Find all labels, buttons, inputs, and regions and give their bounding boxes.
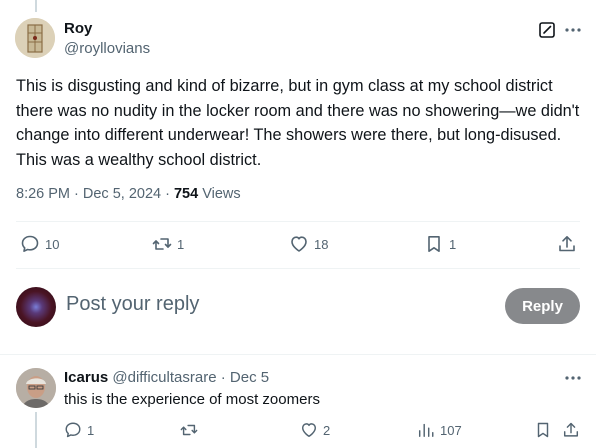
reply-count: 10 [45,236,60,252]
bookmark-action[interactable]: 1 [424,234,456,254]
views-count: 754 [173,186,199,202]
repost-arrows-icon [180,424,198,436]
reply-text: this is the experience of most zoomers [64,391,320,408]
tweet-detail-page: Roy @royllovians This is disgusting and … [0,0,596,448]
speech-bubble-icon [21,235,39,252]
tweet-timestamp[interactable]: 8:26 PM · Dec 5, 2024 [16,186,161,202]
analytics-bars-icon [418,423,434,438]
reply-date[interactable]: Dec 5 [230,369,269,386]
reply-views-action[interactable]: 107 [417,421,462,439]
tweet-text: This is disgusting and kind of bizarre, … [16,77,580,169]
reply-action[interactable]: 10 [20,234,59,254]
speech-bubble-icon [65,422,81,438]
reply-author-handle[interactable]: @difficultasrare [112,369,216,386]
tweet-meta: 8:26 PM · Dec 5, 2024 · 754 Views [16,186,241,202]
divider-above-actions [16,221,580,222]
heart-icon [301,423,317,438]
reply-bookmark-action[interactable] [534,421,552,439]
reply-input[interactable]: Post your reply [66,293,199,316]
reply-share-action[interactable] [562,421,580,439]
heart-icon [291,236,307,252]
reply-separator: · [216,369,230,386]
share-upload-icon [559,236,575,252]
like-action[interactable]: 18 [289,234,328,254]
divider-below-composer [0,354,596,355]
reply-views-count: 107 [440,422,462,438]
edit-square-icon[interactable] [538,21,556,39]
meta-separator: · [161,186,174,202]
thread-line-top [35,0,37,12]
author-avatar[interactable] [15,18,55,58]
bookmark-icon [537,422,549,438]
reply-header: Icarus @difficultasrare · Dec 5 [64,369,269,386]
reply-reply-count: 1 [87,422,95,438]
reply-author-avatar[interactable] [16,368,56,408]
repost-arrows-icon [152,238,172,250]
share-action[interactable] [557,234,577,254]
reply-repost-action[interactable] [180,421,198,439]
reply-button[interactable]: Reply [505,288,580,324]
views-label: Views [202,186,241,202]
repost-action[interactable]: 1 [152,234,184,254]
more-dots-icon[interactable] [563,20,583,40]
reply-like-count: 2 [323,422,331,438]
avatar-art [15,18,55,58]
thread-line-bottom [35,412,37,448]
divider-below-actions [16,268,580,269]
bookmark-icon [428,236,440,252]
reply-avatar-art [16,368,56,408]
like-count: 18 [314,236,329,252]
reply-author-name[interactable]: Icarus [64,369,108,386]
author-handle[interactable]: @royllovians [64,40,150,57]
bookmark-count: 1 [449,236,457,252]
repost-count: 1 [177,236,185,252]
more-dots-icon[interactable] [563,368,583,388]
author-name[interactable]: Roy [64,20,92,37]
share-upload-icon [563,422,579,437]
reply-reply-action[interactable]: 1 [64,421,94,439]
current-user-avatar [16,287,56,327]
reply-like-action[interactable]: 2 [300,421,330,439]
